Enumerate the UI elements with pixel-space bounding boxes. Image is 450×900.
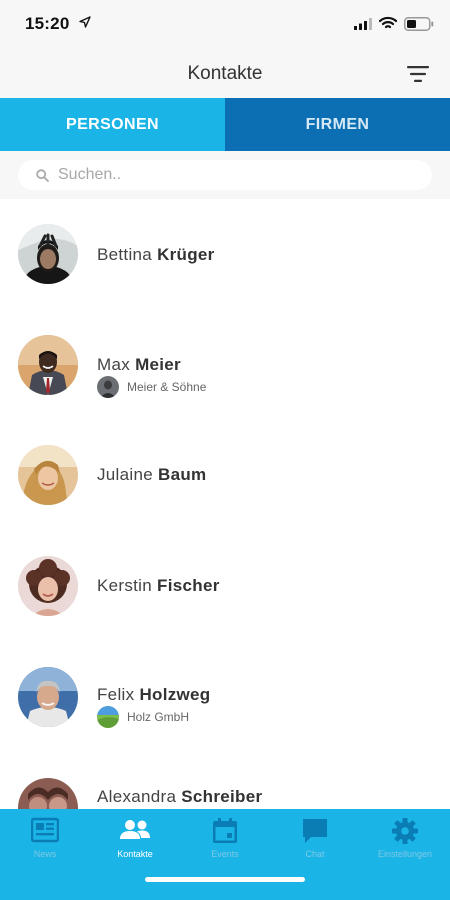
company-logo	[97, 376, 119, 398]
wifi-icon	[379, 16, 397, 29]
tab-label: News	[33, 849, 57, 859]
company-logo	[97, 706, 119, 728]
page-title: Kontakte	[187, 63, 263, 84]
segment-tabs: PERSONEN FIRMEN	[0, 98, 450, 151]
contact-item[interactable]: Julaine Baum	[0, 419, 450, 529]
contact-name: Felix Holzweg	[97, 685, 210, 705]
search-area	[0, 151, 450, 199]
tab-chat[interactable]: Chat	[270, 809, 360, 869]
location-arrow-icon	[79, 16, 91, 28]
first-name: Kerstin	[97, 576, 153, 595]
avatar	[18, 556, 78, 616]
people-icon	[120, 820, 150, 839]
tab-firmen[interactable]: FIRMEN	[225, 98, 450, 151]
contact-item[interactable]: Kerstin Fischer	[0, 529, 450, 639]
contact-name: Alexandra Schreiber	[97, 787, 262, 807]
contact-item[interactable]: Alexandra Schreiber	[0, 749, 450, 809]
news-icon	[31, 817, 59, 843]
tab-events[interactable]: Events	[180, 809, 270, 869]
contact-name: Julaine Baum	[97, 465, 206, 485]
status-bar: 15:20	[0, 0, 450, 48]
search-box	[18, 160, 432, 190]
tab-news[interactable]: News	[0, 809, 90, 869]
first-name: Bettina	[97, 245, 153, 264]
contact-item[interactable]: Felix Holzweg Holz GmbH	[0, 639, 450, 749]
last-name: Meier	[135, 355, 181, 374]
tab-personen[interactable]: PERSONEN	[0, 98, 225, 151]
avatar	[18, 335, 78, 395]
tab-label: Einstellungen	[377, 849, 433, 859]
avatar	[18, 667, 78, 727]
last-name: Krüger	[157, 245, 215, 264]
last-name: Baum	[158, 465, 207, 484]
first-name: Alexandra	[97, 787, 177, 806]
search-icon	[36, 169, 49, 182]
battery-icon	[404, 17, 434, 31]
navigation-bar: Kontakte	[0, 48, 450, 98]
last-name: Fischer	[157, 576, 220, 595]
tab-kontakte[interactable]: Kontakte	[90, 809, 180, 869]
avatar	[18, 778, 78, 809]
home-indicator	[145, 877, 305, 882]
company-row: Holz GmbH	[97, 706, 189, 728]
bottom-tab-bar: News Kontakte Events Chat Einstellungen	[0, 809, 450, 900]
first-name: Max	[97, 355, 131, 374]
calendar-icon	[213, 818, 237, 843]
chat-icon	[303, 819, 327, 843]
contact-item[interactable]: Max Meier Meier & Söhne	[0, 309, 450, 419]
filter-icon[interactable]	[406, 65, 430, 83]
gear-icon	[392, 818, 418, 844]
tab-label: Kontakte	[117, 849, 153, 859]
avatar	[18, 445, 78, 505]
contact-item[interactable]: Bettina Krüger	[0, 199, 450, 309]
cellular-signal-icon	[354, 18, 372, 30]
last-name: Holzweg	[139, 685, 211, 704]
contact-name: Kerstin Fischer	[97, 576, 220, 596]
tab-einstellungen[interactable]: Einstellungen	[360, 809, 450, 869]
first-name: Julaine	[97, 465, 153, 484]
status-time: 15:20	[25, 14, 70, 33]
company-name: Holz GmbH	[127, 710, 190, 724]
contact-name: Bettina Krüger	[97, 245, 215, 265]
search-input[interactable]	[58, 164, 418, 186]
last-name: Schreiber	[181, 787, 263, 806]
first-name: Felix	[97, 685, 135, 704]
avatar	[18, 224, 78, 284]
contact-list: Bettina Krüger Max Meier Meier & Söhne J…	[0, 199, 450, 809]
company-name: Meier & Söhne	[127, 380, 207, 394]
tab-label: Events	[211, 849, 239, 859]
contact-name: Max Meier	[97, 355, 181, 375]
company-row: Meier & Söhne	[97, 376, 206, 398]
tab-label: Chat	[305, 849, 325, 859]
